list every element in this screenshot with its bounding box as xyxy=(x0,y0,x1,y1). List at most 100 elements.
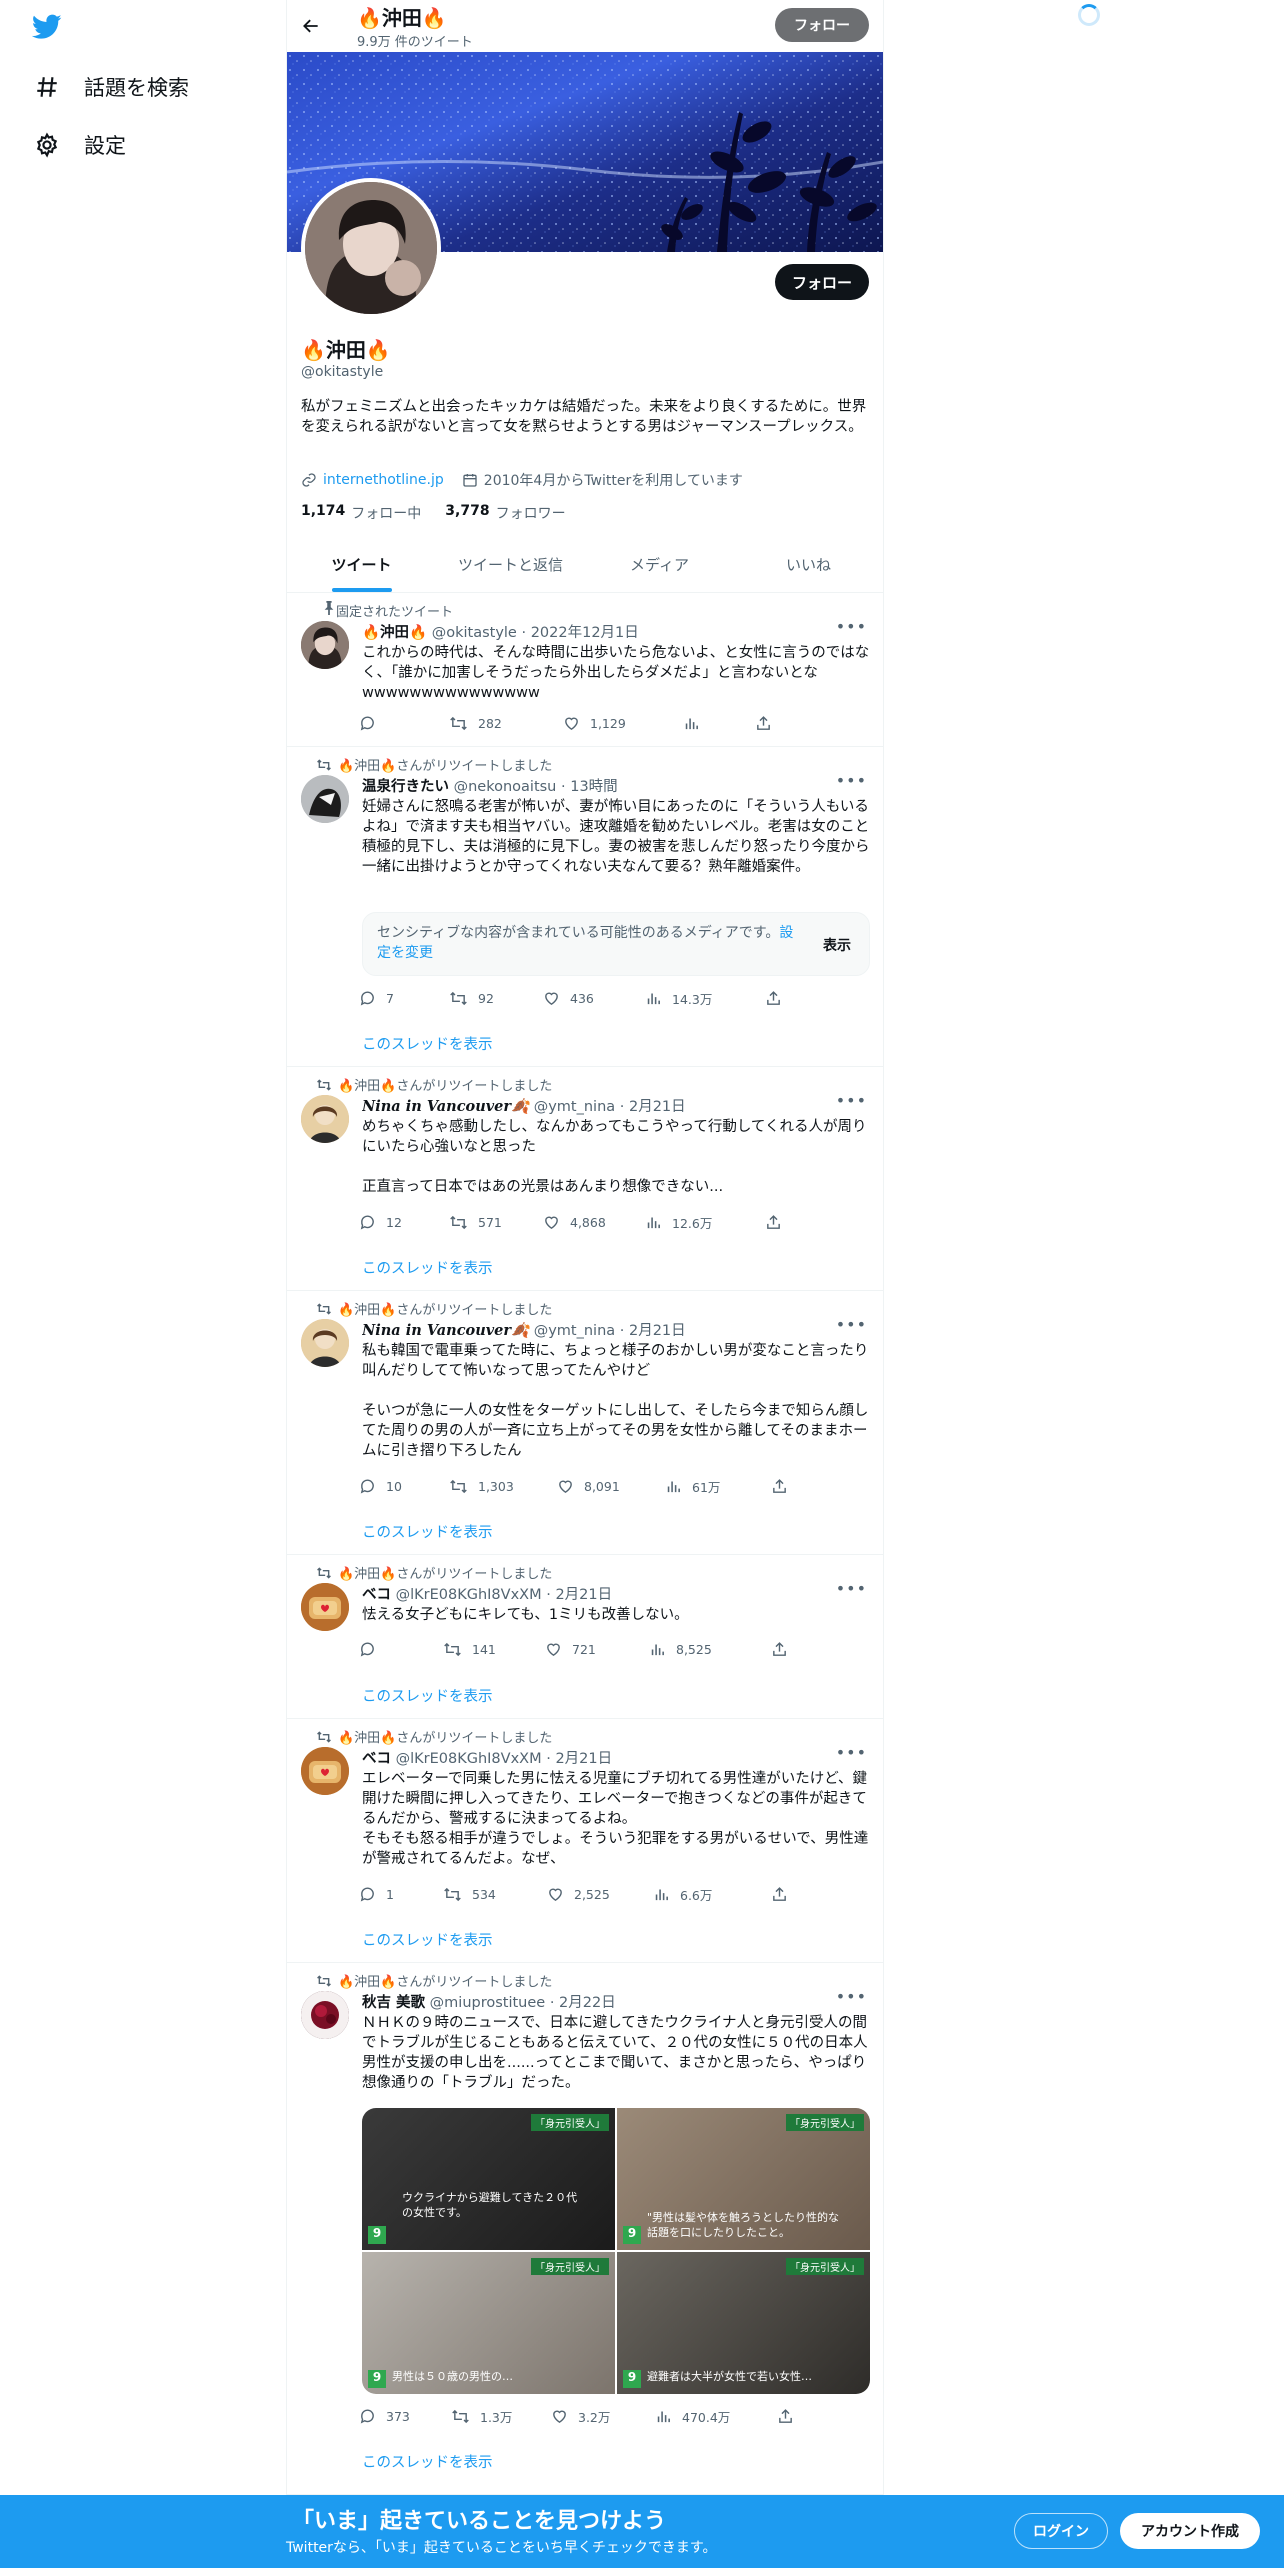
views-button[interactable]: 12.6万 xyxy=(645,1213,765,1232)
share-button[interactable] xyxy=(771,1477,788,1496)
tweet-author-handle[interactable]: @ymt_nina xyxy=(534,1323,615,1339)
following-count[interactable]: 1,174 xyxy=(301,503,345,523)
show-thread-link[interactable]: このスレッドを表示 xyxy=(362,1521,493,1542)
tweet-time[interactable]: 2月22日 xyxy=(559,1995,616,2011)
reply-button[interactable]: 1 xyxy=(359,1885,443,1904)
retweet-button[interactable]: 282 xyxy=(449,715,563,732)
media-image[interactable]: 「身元引受人」 男性は５０歳の男性の… 9 xyxy=(362,2252,615,2394)
tweet-item[interactable]: 🔥沖田🔥さんがリツイートしました ベコ @lKrE08KGhI8VxXM · 2… xyxy=(287,1555,883,1719)
media-image[interactable]: 「身元引受人」 "男性は髪や体を触ろうとしたり性的な話題を口にしたりしたこと。 … xyxy=(617,2108,870,2250)
reply-button[interactable] xyxy=(359,1641,443,1658)
views-button[interactable]: 470.4万 xyxy=(655,2407,777,2426)
show-thread-link[interactable]: このスレッドを表示 xyxy=(362,2451,493,2472)
back-arrow-icon[interactable] xyxy=(301,16,321,36)
retweet-button[interactable]: 571 xyxy=(449,1213,543,1232)
like-button[interactable]: 3.2万 xyxy=(551,2407,655,2426)
more-options-icon[interactable]: ••• xyxy=(836,1579,867,1598)
more-options-icon[interactable]: ••• xyxy=(836,1315,867,1334)
tweet-author-handle[interactable]: @nekonoaitsu xyxy=(454,779,557,795)
tweet-time[interactable]: 2月21日 xyxy=(555,1751,612,1767)
more-options-icon[interactable]: ••• xyxy=(836,1987,867,2006)
tweet-item[interactable]: 🔥沖田🔥さんがリツイートしました Nina in Vancouver🍂 @ymt… xyxy=(287,1067,883,1291)
views-button[interactable]: 8,525 xyxy=(649,1641,771,1658)
login-button[interactable]: ログイン xyxy=(1014,2513,1108,2549)
tweet-item[interactable]: 🔥沖田🔥さんがリツイートしました 温泉行きたい @nekonoaitsu · 1… xyxy=(287,747,883,1067)
followers-count[interactable]: 3,778 xyxy=(445,503,489,523)
reply-button[interactable]: 373 xyxy=(359,2407,451,2426)
tweet-time[interactable]: 2月21日 xyxy=(629,1099,686,1115)
avatar[interactable] xyxy=(301,621,349,669)
share-button[interactable] xyxy=(777,2407,794,2426)
views-button[interactable]: 6.6万 xyxy=(653,1885,771,1904)
share-button[interactable] xyxy=(755,715,772,732)
like-button[interactable]: 2,525 xyxy=(547,1885,653,1904)
views-button[interactable] xyxy=(683,715,755,732)
tab-media[interactable]: メディア xyxy=(585,537,734,592)
reply-button[interactable]: 12 xyxy=(359,1213,449,1232)
twitter-logo-icon[interactable] xyxy=(32,14,62,40)
like-button[interactable]: 721 xyxy=(545,1641,649,1658)
tweet-author-name[interactable]: Nina in Vancouver🍂 xyxy=(362,1322,529,1339)
more-options-icon[interactable]: ••• xyxy=(836,1743,867,1762)
sidebar-item-explore[interactable]: 話題を検索 xyxy=(34,72,189,102)
like-button[interactable]: 436 xyxy=(543,989,645,1008)
media-image[interactable]: 「身元引受人」 避難者は大半が女性で若い女性… 9 xyxy=(617,2252,870,2394)
reply-button[interactable]: 7 xyxy=(359,989,449,1008)
tab-likes[interactable]: いいね xyxy=(734,537,883,592)
profile-avatar[interactable] xyxy=(301,178,441,318)
avatar[interactable] xyxy=(301,1319,349,1367)
retweet-button[interactable]: 534 xyxy=(443,1885,547,1904)
views-button[interactable]: 14.3万 xyxy=(645,989,765,1008)
tweet-author-name[interactable]: 🔥沖田🔥 xyxy=(362,625,427,641)
show-thread-link[interactable]: このスレッドを表示 xyxy=(362,1033,493,1054)
tweet-time[interactable]: 2月21日 xyxy=(555,1587,612,1603)
tweet-item[interactable]: 固定されたツイート 🔥沖田🔥 @okitastyle · 2022年12月1日 … xyxy=(287,593,883,747)
tweet-time[interactable]: 2022年12月1日 xyxy=(531,625,639,641)
followers-label[interactable]: フォロワー xyxy=(496,503,566,523)
show-thread-link[interactable]: このスレッドを表示 xyxy=(362,1257,493,1278)
tab-tweets-replies[interactable]: ツイートと返信 xyxy=(436,537,585,592)
like-button[interactable]: 1,129 xyxy=(563,715,683,732)
avatar[interactable] xyxy=(301,1991,349,2039)
reply-button[interactable]: 10 xyxy=(359,1477,449,1496)
share-button[interactable] xyxy=(765,989,782,1008)
avatar[interactable] xyxy=(301,1095,349,1143)
tweet-author-handle[interactable]: @miuprostituee xyxy=(430,1995,546,2011)
share-button[interactable] xyxy=(771,1641,788,1658)
like-button[interactable]: 8,091 xyxy=(557,1477,665,1496)
profile-link[interactable]: internethotline.jp xyxy=(323,472,444,488)
follow-button[interactable]: フォロー xyxy=(775,264,869,300)
avatar[interactable] xyxy=(301,1747,349,1795)
tweet-time[interactable]: 13時間 xyxy=(570,779,617,795)
sidebar-item-settings[interactable]: 設定 xyxy=(34,130,126,160)
more-options-icon[interactable]: ••• xyxy=(836,771,867,790)
avatar[interactable] xyxy=(301,1583,349,1631)
tweet-author-handle[interactable]: @okitastyle xyxy=(432,625,517,641)
tweet-author-handle[interactable]: @ymt_nina xyxy=(534,1099,615,1115)
tweet-item[interactable]: 🔥沖田🔥さんがリツイートしました ベコ @lKrE08KGhI8VxXM · 2… xyxy=(287,1719,883,1963)
retweet-button[interactable]: 92 xyxy=(449,989,543,1008)
share-button[interactable] xyxy=(771,1885,788,1904)
like-button[interactable]: 4,868 xyxy=(543,1213,645,1232)
share-button[interactable] xyxy=(765,1213,782,1232)
following-label[interactable]: フォロー中 xyxy=(351,503,421,523)
views-button[interactable]: 61万 xyxy=(665,1477,771,1496)
tweet-author-name[interactable]: 温泉行きたい xyxy=(362,779,449,795)
retweet-button[interactable]: 1,303 xyxy=(449,1477,557,1496)
reply-button[interactable] xyxy=(359,715,449,732)
tweet-item[interactable]: 🔥沖田🔥さんがリツイートしました 秋吉 美歌 @miuprostituee · … xyxy=(287,1963,883,2495)
show-thread-link[interactable]: このスレッドを表示 xyxy=(362,1685,493,1706)
retweet-button[interactable]: 1.3万 xyxy=(451,2407,551,2426)
tweet-author-name[interactable]: 秋吉 美歌 xyxy=(362,1995,425,2011)
retweet-button[interactable]: 141 xyxy=(443,1641,545,1658)
signup-button[interactable]: アカウント作成 xyxy=(1120,2513,1260,2549)
show-media-button[interactable]: 表示 xyxy=(823,935,851,955)
tweet-item[interactable]: 🔥沖田🔥さんがリツイートしました Nina in Vancouver🍂 @ymt… xyxy=(287,1291,883,1555)
tweet-author-name[interactable]: Nina in Vancouver🍂 xyxy=(362,1098,529,1115)
tweet-author-name[interactable]: ベコ xyxy=(362,1587,391,1603)
more-options-icon[interactable]: ••• xyxy=(836,617,867,636)
tweet-author-name[interactable]: ベコ xyxy=(362,1751,391,1767)
tab-tweets[interactable]: ツイート xyxy=(287,537,436,592)
tweet-author-handle[interactable]: @lKrE08KGhI8VxXM xyxy=(396,1751,542,1767)
more-options-icon[interactable]: ••• xyxy=(836,1091,867,1110)
